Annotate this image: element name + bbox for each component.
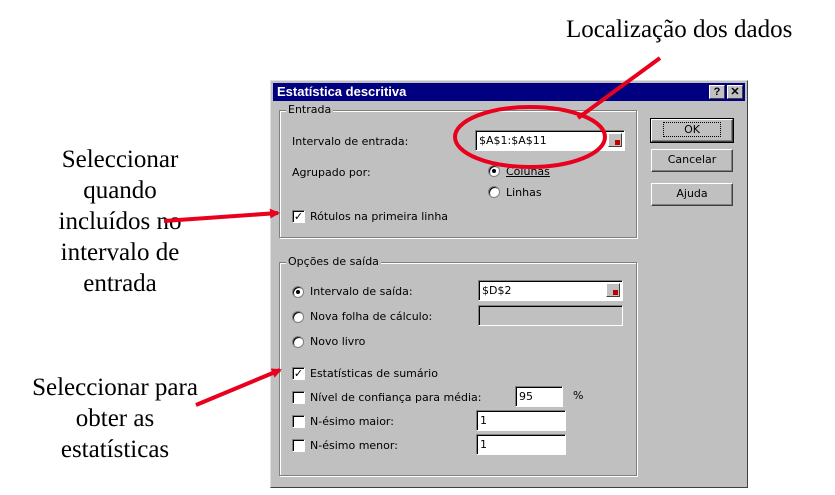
arrow-to-labels-checkbox xyxy=(163,208,280,223)
input-range-highlight xyxy=(453,105,607,169)
arrow-to-ellipse xyxy=(576,56,662,120)
arrow-to-summary-checkbox xyxy=(195,368,282,407)
annotation-overlay xyxy=(163,56,662,407)
